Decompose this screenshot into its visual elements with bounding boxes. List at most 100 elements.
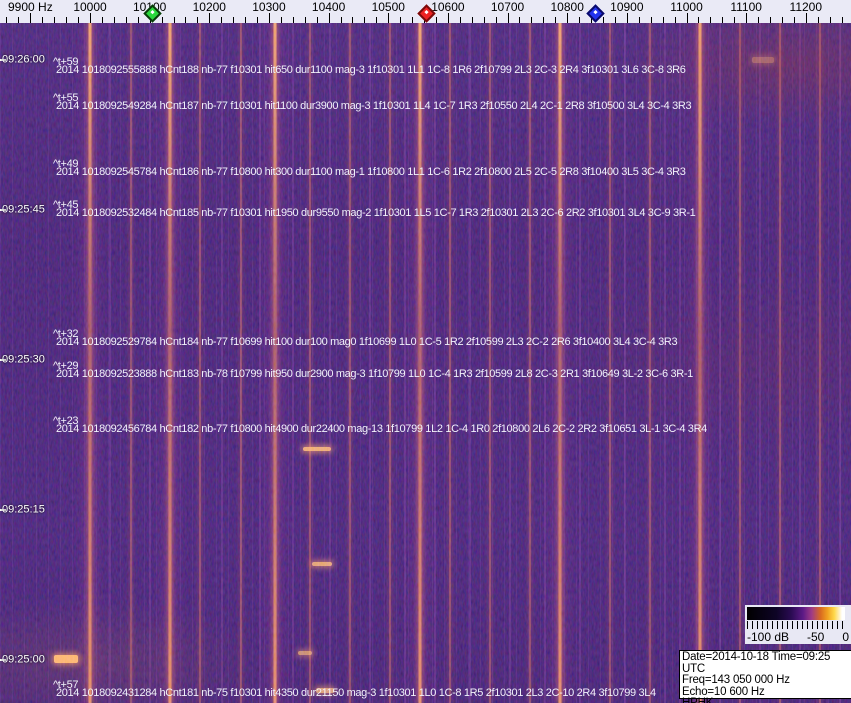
- freq-label: 10200: [192, 0, 226, 14]
- freq-tick: [686, 13, 688, 23]
- freq-tick: [42, 17, 44, 23]
- freq-tick: [280, 17, 282, 23]
- freq-tick: [519, 17, 521, 23]
- freq-tick: [471, 17, 473, 23]
- time-label: 09:26:00: [2, 53, 45, 66]
- freq-tick: [555, 17, 557, 23]
- freq-tick: [388, 13, 390, 23]
- freq-label: 11200: [789, 0, 823, 14]
- info-callsign: HPHK: [682, 697, 714, 703]
- freq-tick: [614, 17, 616, 23]
- freq-tick: [758, 17, 760, 23]
- freq-tick: [185, 17, 187, 23]
- freq-tick: [173, 17, 175, 23]
- freq-label: 9900 Hz: [7, 0, 53, 14]
- freq-label: 11000: [670, 0, 703, 14]
- freq-tick: [662, 17, 664, 23]
- freq-tick: [340, 17, 342, 23]
- time-label: 09:25:15: [2, 503, 45, 516]
- freq-tick: [817, 17, 819, 23]
- freq-tick: [78, 17, 80, 23]
- freq-tick: [495, 17, 497, 23]
- db-label-max: 0: [842, 630, 849, 644]
- freq-label: 10500: [371, 0, 405, 14]
- freq-tick: [209, 13, 211, 23]
- db-scale-legend[interactable]: -100 dB -50 0: [745, 605, 851, 644]
- colorbar[interactable]: [747, 607, 845, 620]
- db-label-min: -100 dB: [747, 630, 790, 644]
- freq-tick: [161, 17, 163, 23]
- frequency-ruler[interactable]: 9900 Hz100001010010200103001040010500106…: [0, 0, 851, 23]
- freq-tick: [376, 17, 378, 23]
- freq-tick: [233, 17, 235, 23]
- freq-tick: [352, 17, 354, 23]
- freq-tick: [66, 17, 68, 23]
- freq-tick: [292, 17, 294, 23]
- freq-tick: [674, 17, 676, 23]
- freq-tick: [507, 13, 509, 23]
- freq-tick: [6, 17, 8, 23]
- freq-tick: [531, 17, 533, 23]
- freq-tick: [722, 17, 724, 23]
- freq-tick: [101, 17, 103, 23]
- freq-tick: [18, 17, 20, 23]
- colorbar-ticks: [747, 621, 845, 629]
- info-frequency: Freq=143 050 000 Hz: [682, 674, 790, 686]
- detection-text: 2014 1018092431284 hCnt181 nb-75 f10301 …: [56, 687, 656, 699]
- time-label: 09:25:00: [2, 653, 45, 666]
- freq-tick: [328, 13, 330, 23]
- detection-text: 2014 1018092456784 hCnt182 nb-77 f10800 …: [56, 423, 707, 435]
- freq-tick: [602, 17, 604, 23]
- spectrogram-app: 9900 Hz100001010010200103001040010500106…: [0, 0, 851, 703]
- freq-tick: [781, 17, 783, 23]
- freq-label: 10900: [610, 0, 644, 14]
- db-label-mid: -50: [807, 630, 825, 644]
- detection-text: 2014 1018092545784 hCnt186 nb-77 f10800 …: [56, 166, 686, 178]
- detection-text: 2014 1018092549284 hCnt187 nb-77 f10301 …: [56, 100, 692, 112]
- freq-tick: [483, 17, 485, 23]
- info-date-time: Date=2014-10-18 Time=09:25 UTC: [682, 651, 831, 675]
- freq-tick: [447, 13, 449, 23]
- freq-tick: [197, 17, 199, 23]
- freq-tick: [268, 13, 270, 23]
- freq-label: 10700: [490, 0, 525, 14]
- freq-tick: [364, 17, 366, 23]
- detection-text: 2014 1018092529784 hCnt184 nb-77 f10699 …: [56, 336, 678, 348]
- freq-label: 10300: [252, 0, 286, 14]
- freq-tick: [626, 13, 628, 23]
- freq-tick: [770, 17, 771, 23]
- freq-tick: [400, 17, 402, 23]
- freq-tick: [304, 17, 306, 23]
- freq-tick: [638, 17, 640, 23]
- freq-tick: [221, 17, 223, 23]
- freq-label: 10400: [311, 0, 346, 14]
- freq-label: 10000: [73, 0, 107, 14]
- freq-tick: [543, 17, 545, 23]
- freq-tick: [54, 17, 56, 23]
- freq-tick: [412, 17, 414, 23]
- freq-label: 10600: [431, 0, 465, 14]
- freq-tick: [30, 13, 32, 23]
- freq-tick: [710, 17, 712, 23]
- noise-tint: [0, 23, 851, 703]
- detection-text: 2014 1018092523888 hCnt183 nb-78 f10799 …: [56, 368, 693, 380]
- colorbar-labels: -100 dB -50 0: [747, 630, 849, 644]
- freq-tick: [746, 13, 748, 23]
- time-label: 09:25:30: [2, 353, 45, 366]
- freq-tick: [137, 17, 139, 23]
- freq-label: 10800: [550, 0, 584, 14]
- freq-tick: [734, 17, 736, 23]
- detection-text: 2014 1018092555888 hCnt188 nb-77 f10301 …: [56, 64, 686, 76]
- freq-tick: [698, 17, 700, 23]
- freq-tick: [793, 17, 795, 23]
- freq-tick: [435, 17, 437, 23]
- freq-tick: [459, 17, 461, 23]
- time-label: 09:25:45: [2, 203, 45, 216]
- freq-tick: [805, 13, 807, 23]
- freq-tick: [650, 17, 652, 23]
- detection-text: 2014 1018092532484 hCnt185 nb-77 f10301 …: [56, 207, 696, 219]
- freq-tick: [579, 17, 581, 23]
- freq-label: 11100: [730, 0, 762, 14]
- freq-tick: [125, 17, 127, 23]
- freq-tick: [829, 17, 831, 23]
